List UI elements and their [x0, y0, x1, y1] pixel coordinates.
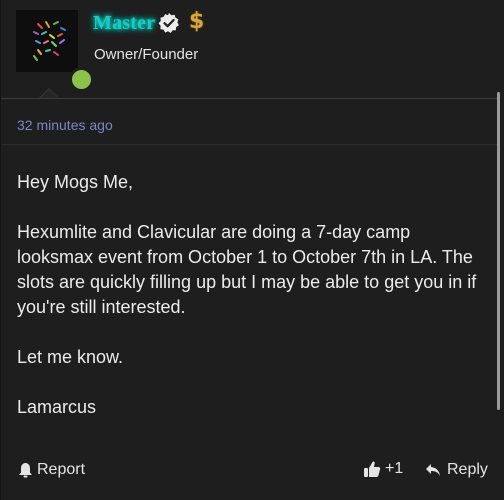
like-button[interactable]: +1: [363, 460, 403, 478]
reply-label: Reply: [447, 461, 488, 478]
post-actions: Report +1 Reply: [1, 456, 499, 486]
post-container: Master $ Owner/Founder 32 minutes ago He…: [0, 0, 499, 500]
divider-pointer: [39, 88, 59, 98]
report-label: Report: [37, 461, 86, 478]
message-closing: Let me know.: [17, 347, 124, 367]
message-signature: Lamarcus: [17, 397, 97, 417]
reply-button[interactable]: Reply: [425, 461, 488, 479]
report-button[interactable]: Report: [18, 461, 85, 479]
timestamp-divider: [1, 144, 499, 145]
avatar-art-icon: [16, 10, 78, 72]
post-timestamp[interactable]: 32 minutes ago: [17, 117, 113, 133]
like-count: +1: [385, 460, 404, 477]
thumbs-up-icon: [364, 461, 381, 477]
user-title: Owner/Founder: [94, 46, 199, 63]
scrollbar[interactable]: [497, 92, 500, 410]
message-greeting: Hey Mogs Me,: [17, 172, 134, 192]
header-divider: [1, 98, 499, 99]
avatar[interactable]: [16, 10, 94, 92]
reply-arrow-icon: [426, 464, 440, 476]
message-paragraph: Hexumlite and Clavicular are doing a 7-d…: [17, 222, 477, 317]
online-status-indicator: [69, 67, 94, 92]
dollar-icon: $: [189, 9, 205, 34]
verified-badge-icon: [158, 13, 179, 33]
alert-bell-icon: [19, 463, 32, 478]
message-body: Hey Mogs Me, Hexumlite and Clavicular ar…: [17, 170, 487, 420]
username[interactable]: Master: [93, 12, 155, 35]
